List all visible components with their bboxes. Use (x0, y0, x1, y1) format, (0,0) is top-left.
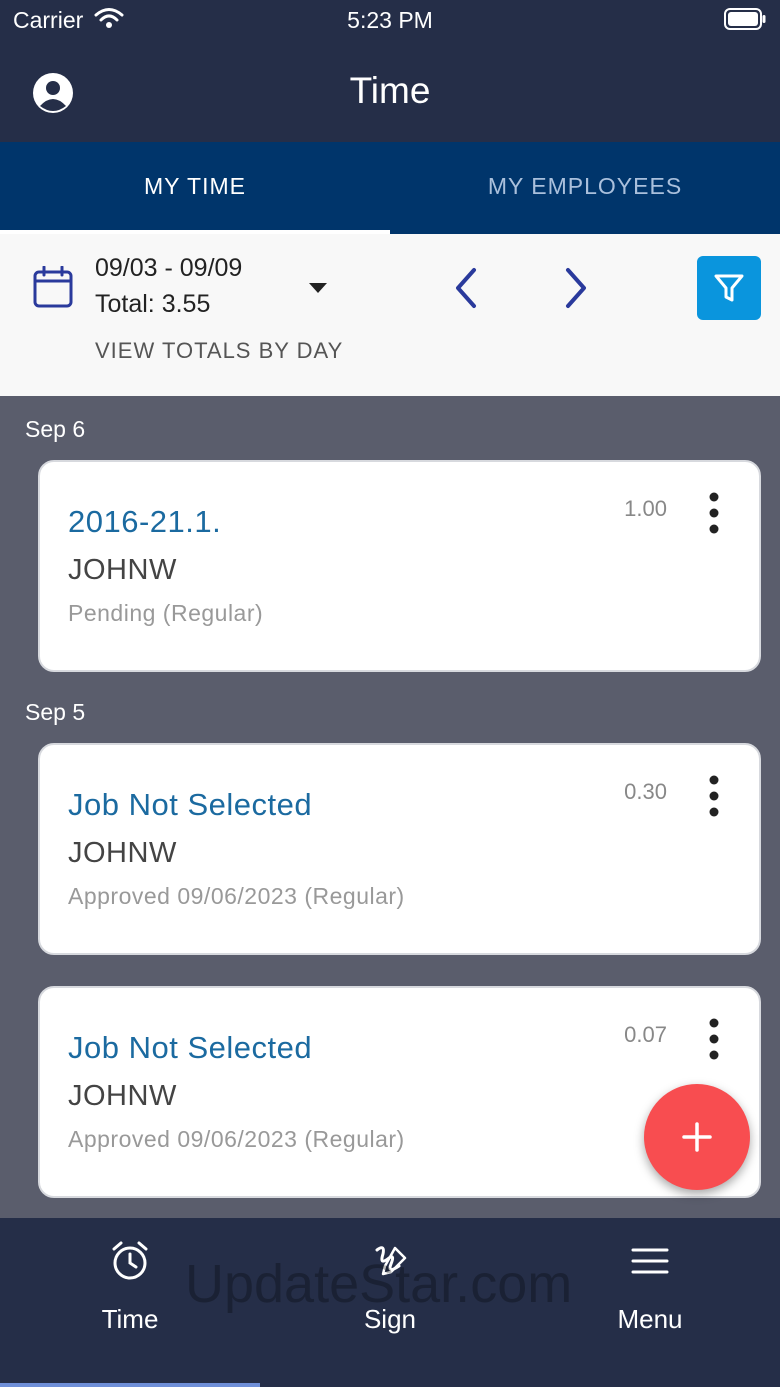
time-entry-card[interactable]: 2016-21.1. JOHNW Pending (Regular) 1.00 (38, 460, 761, 672)
active-tab-indicator (0, 1383, 260, 1387)
more-options-icon[interactable] (707, 492, 721, 534)
date-group-header: Sep 5 (25, 699, 86, 725)
nav-item-sign[interactable]: Sign (260, 1218, 520, 1387)
entry-status: Pending (Regular) (68, 600, 264, 626)
app-header: Time (0, 44, 780, 142)
entry-job[interactable]: Job Not Selected (68, 787, 312, 823)
add-time-entry-button[interactable] (644, 1084, 750, 1190)
entry-hours: 0.07 (624, 1022, 667, 1047)
caret-down-icon[interactable] (308, 282, 328, 294)
calendar-icon[interactable] (33, 266, 73, 308)
nav-item-time[interactable]: Time (0, 1218, 260, 1387)
tab-my-employees[interactable]: MY EMPLOYEES (390, 142, 780, 234)
entry-user: JOHNW (68, 837, 177, 869)
total-hours-label: Total: 3.55 (95, 290, 211, 318)
entry-hours: 0.30 (624, 779, 667, 804)
entry-job[interactable]: Job Not Selected (68, 1030, 312, 1066)
entry-status: Approved 09/06/2023 (Regular) (68, 1126, 405, 1152)
alarm-clock-icon (112, 1241, 148, 1280)
previous-week-button[interactable] (450, 266, 482, 310)
entry-hours: 1.00 (624, 496, 667, 521)
entry-user: JOHNW (68, 1080, 177, 1112)
bottom-nav: Time Sign Menu UpdateStar.com (0, 1218, 780, 1387)
status-time: 5:23 PM (347, 7, 433, 33)
nav-item-menu[interactable]: Menu (520, 1218, 780, 1387)
page-title: Time (349, 70, 431, 111)
time-entry-card[interactable]: Job Not Selected JOHNW Approved 09/06/20… (38, 743, 761, 955)
hamburger-menu-icon (631, 1248, 669, 1274)
nav-label-sign: Sign (363, 1304, 417, 1334)
nav-label-time: Time (101, 1304, 159, 1334)
date-group-header: Sep 6 (25, 416, 86, 442)
plus-icon (682, 1122, 712, 1152)
filter-button[interactable] (697, 256, 761, 320)
date-range-label[interactable]: 09/03 - 09/09 (95, 254, 242, 283)
status-bar: Carrier 5:23 PM (0, 0, 780, 44)
tab-bar: MY TIME MY EMPLOYEES (0, 142, 780, 234)
next-week-button[interactable] (560, 266, 592, 310)
entry-user: JOHNW (68, 554, 177, 586)
entry-job[interactable]: 2016-21.1. (68, 504, 221, 540)
more-options-icon[interactable] (707, 775, 721, 817)
battery-icon (724, 8, 766, 30)
more-options-icon[interactable] (707, 1018, 721, 1060)
nav-label-menu: Menu (617, 1304, 683, 1334)
signature-icon (375, 1246, 407, 1276)
view-totals-by-day-link[interactable]: VIEW TOTALS BY DAY (95, 338, 343, 364)
tab-my-time[interactable]: MY TIME (0, 142, 390, 234)
date-range-panel: 09/03 - 09/09 Total: 3.55 VIEW TOTALS BY… (0, 234, 780, 396)
filter-icon (714, 274, 744, 302)
entry-status: Approved 09/06/2023 (Regular) (68, 883, 405, 909)
